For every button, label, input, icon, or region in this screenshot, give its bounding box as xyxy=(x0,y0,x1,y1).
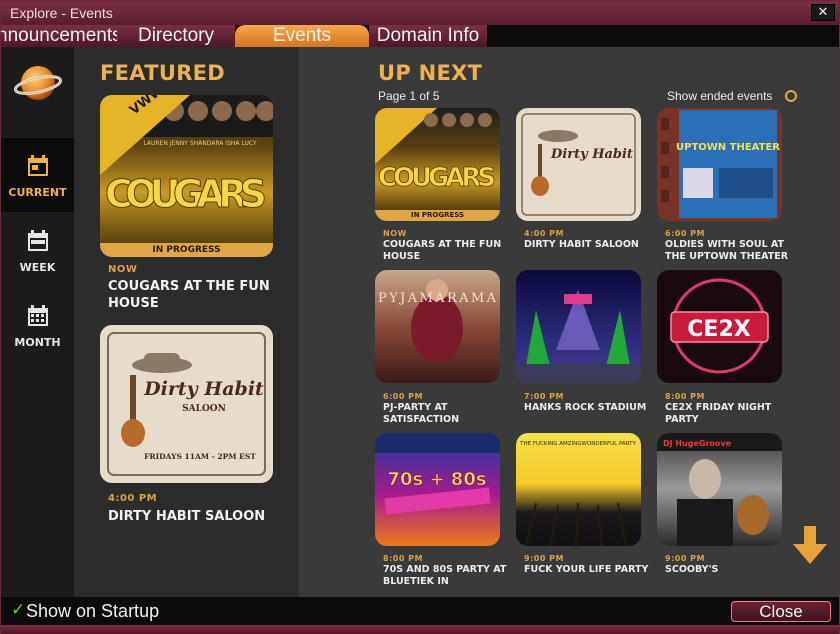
show-ended-label: Show ended events xyxy=(667,89,773,103)
event-card-ce2x[interactable]: CE2X xyxy=(657,270,782,383)
event-when-4: 6:00 PM xyxy=(383,392,424,401)
event-card-hanks-rock[interactable] xyxy=(516,270,641,383)
featured-when-1: NOW xyxy=(108,264,138,275)
hanks-rock-thumb-image xyxy=(516,290,641,383)
dirty-habit-poster-image: Dirty Habit SALOON FRIDAYS 11AM - 2PM ES… xyxy=(107,332,266,476)
dirty-habit-hours-text: FRIDAYS 11AM - 2PM EST xyxy=(144,452,256,461)
cougars-thumb-text: COUGARS xyxy=(378,163,496,193)
tab-domain-info[interactable]: Domain Info xyxy=(369,25,487,47)
nav-week[interactable]: WEEK xyxy=(1,213,74,287)
featured-when-2: 4:00 PM xyxy=(108,493,158,504)
event-when-3: 6:00 PM xyxy=(665,229,706,238)
event-name-9: SCOOBY'S xyxy=(665,564,719,575)
pj-party-thumb-image: PYJAMARAMA xyxy=(378,279,497,362)
scoobys-thumb-image: DJ HugeGroove xyxy=(657,433,782,546)
startup-check-icon[interactable]: ✓ xyxy=(11,600,25,620)
featured-status-badge: IN PROGRESS xyxy=(100,243,273,257)
featured-title: FEATURED xyxy=(100,61,226,85)
title-bar[interactable]: Explore - Events ✕ xyxy=(1,1,839,25)
ce2x-thumb-image: CE2X xyxy=(670,278,769,374)
tab-announcements[interactable]: nnouncements xyxy=(1,25,121,47)
event-when-7: 8:00 PM xyxy=(383,554,424,563)
oldies-thumb-text: UPTOWN THEATER xyxy=(676,142,780,153)
events-window: Explore - Events ✕ nnouncements Director… xyxy=(0,0,840,634)
event-status-badge: IN PROGRESS xyxy=(375,210,500,221)
calendar-day-icon xyxy=(28,155,48,176)
event-card-scoobys[interactable]: DJ HugeGroove xyxy=(657,433,782,546)
fyl-party-thumb-text: THE FUCKING AMZINGWONDERFUL PARTY xyxy=(519,441,636,447)
footer-bar: ✓ Show on Startup Close xyxy=(1,597,839,625)
bottom-frame xyxy=(1,625,839,634)
70s-80s-thumb-text: 70s + 80s xyxy=(387,469,486,490)
nav-month[interactable]: MONTH xyxy=(1,288,74,362)
event-card-oldies[interactable]: UPTOWN THEATER xyxy=(657,108,782,221)
event-name-8: FUCK YOUR LIFE PARTY xyxy=(524,564,649,575)
event-when-9: 9:00 PM xyxy=(665,554,706,563)
page-indicator: Page 1 of 5 xyxy=(378,89,440,103)
event-name-5: HANKS ROCK STADIUM xyxy=(524,402,647,413)
featured-card-dirty-habit[interactable]: Dirty Habit SALOON FRIDAYS 11AM - 2PM ES… xyxy=(100,325,273,483)
dirty-habit-thumb-image: Dirty Habit xyxy=(521,113,636,216)
cougars-cast-text: LAUREN JENNY SHANDARA ISHA LUCY xyxy=(143,140,257,147)
oldies-thumb-image: UPTOWN THEATER xyxy=(657,108,782,221)
cougars-thumb-image: COUGARS xyxy=(375,108,496,193)
ce2x-thumb-text: CE2X xyxy=(687,317,750,342)
cougars-poster-image: VWW OF THE DAY LAUREN JENNY SHANDARA ISH… xyxy=(100,95,273,217)
featured-panel: FEATURED VWW OF THE DAY LAUREN JENNY SHA… xyxy=(74,47,299,597)
event-when-5: 7:00 PM xyxy=(524,392,565,401)
dirty-habit-script-text: Dirty Habit xyxy=(143,378,264,400)
show-on-startup-label[interactable]: Show on Startup xyxy=(26,601,159,622)
event-name-3: OLDIES WITH SOUL AT THE UPTOWN THEATER xyxy=(665,239,789,262)
event-name-6: CE2X FRIDAY NIGHT PARTY xyxy=(665,402,772,425)
event-name-2: DIRTY HABIT SALOON xyxy=(524,239,639,250)
event-when-8: 9:00 PM xyxy=(524,554,565,563)
featured-name-1: COUGARS AT THE FUN HOUSE xyxy=(108,279,270,311)
event-card-dirty-habit[interactable]: Dirty Habit xyxy=(516,108,641,221)
dirty-habit-thumb-text: Dirty Habit xyxy=(550,147,633,162)
event-name-7: 70S AND 80S PARTY AT BLUETIEK IN xyxy=(383,564,507,587)
view-nav: CURRENT WEEK MONTH xyxy=(1,47,74,597)
event-when-1: NOW xyxy=(383,229,407,238)
dirty-habit-saloon-text: SALOON xyxy=(182,404,226,414)
domain-logo-icon xyxy=(14,66,62,100)
featured-card-cougars[interactable]: VWW OF THE DAY LAUREN JENNY SHANDARA ISH… xyxy=(100,95,273,257)
calendar-week-icon xyxy=(28,230,48,251)
tab-events[interactable]: Events xyxy=(235,25,369,47)
event-card-fyl-party[interactable]: THE FUCKING AMZINGWONDERFUL PARTY xyxy=(516,433,641,546)
window-close-icon[interactable]: ✕ xyxy=(811,4,835,21)
close-button[interactable]: Close xyxy=(731,601,831,622)
event-name-1: COUGARS AT THE FUN HOUSE xyxy=(383,239,502,262)
show-ended-radio[interactable] xyxy=(785,90,797,102)
nav-month-label: MONTH xyxy=(14,336,61,349)
nav-current[interactable]: CURRENT xyxy=(1,138,74,212)
upnext-title: UP NEXT xyxy=(378,61,483,85)
event-card-cougars[interactable]: COUGARS IN PROGRESS xyxy=(375,108,500,221)
featured-name-2: DIRTY HABIT SALOON xyxy=(108,509,266,524)
event-card-70s-80s[interactable]: 70s + 80s xyxy=(375,433,500,546)
70s-80s-thumb-image: 70s + 80s xyxy=(375,433,500,515)
upnext-panel: UP NEXT Page 1 of 5 Show ended events CO… xyxy=(299,47,839,597)
tab-bar: nnouncements Directory Events Domain Inf… xyxy=(1,25,839,47)
scoobys-thumb-text: DJ HugeGroove xyxy=(663,439,732,448)
next-page-arrow-icon[interactable] xyxy=(793,526,827,564)
cougars-big-text: COUGARS xyxy=(105,172,267,216)
event-when-6: 8:00 PM xyxy=(665,392,706,401)
event-name-4: PJ-PARTY AT SATISFACTION xyxy=(383,402,460,425)
nav-current-label: CURRENT xyxy=(8,186,67,199)
event-when-2: 4:00 PM xyxy=(524,229,565,238)
window-title: Explore - Events xyxy=(10,5,113,21)
calendar-month-icon xyxy=(28,305,48,326)
pj-party-thumb-text: PYJAMARAMA xyxy=(378,291,497,306)
tab-directory[interactable]: Directory xyxy=(117,25,235,47)
fyl-party-thumb-image: THE FUCKING AMZINGWONDERFUL PARTY xyxy=(519,441,636,546)
event-card-pj-party[interactable]: PYJAMARAMA xyxy=(375,270,500,383)
nav-week-label: WEEK xyxy=(19,261,56,274)
